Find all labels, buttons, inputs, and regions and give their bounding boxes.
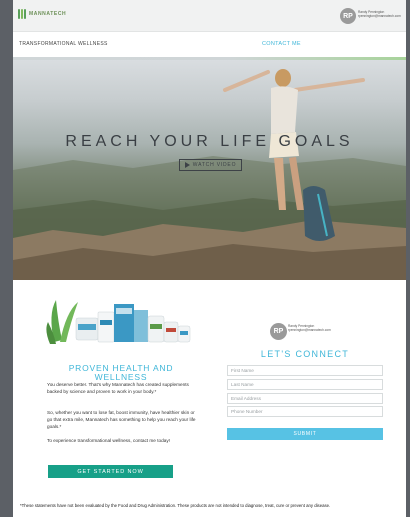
user-email: rpennington@mannatech.com — [358, 14, 401, 18]
avatar: RP — [270, 323, 287, 340]
form-avatar-wrap: RP — [270, 323, 287, 340]
last-name-field[interactable] — [227, 379, 383, 390]
first-name-field[interactable] — [227, 365, 383, 376]
fda-disclaimer: *These statements have not been evaluate… — [20, 503, 331, 508]
left-section-title: PROVEN HEALTH AND WELLNESS — [68, 363, 174, 382]
top-bar: MANNATECH RP Randy Pennington rpenningto… — [13, 0, 406, 32]
nav-bar: TRANSFORMATIONAL WELLNESS CONTACT ME — [13, 32, 406, 57]
mannatech-logo[interactable]: MANNATECH — [18, 9, 66, 19]
landing-page: MANNATECH RP Randy Pennington rpenningto… — [13, 0, 406, 517]
contact-paragraph: To experience transformational wellness,… — [47, 438, 170, 443]
play-icon — [184, 162, 190, 168]
get-started-button[interactable]: GET STARTED NOW — [48, 465, 173, 478]
form-user-info: Randy Pennington rpennington@mannatech.c… — [288, 324, 331, 332]
user-info: Randy Pennington rpennington@mannatech.c… — [358, 10, 401, 18]
submit-button[interactable]: SUBMIT — [227, 428, 383, 440]
nav-brand[interactable]: TRANSFORMATIONAL WELLNESS — [19, 41, 108, 47]
contact-me-link[interactable]: CONTACT ME — [262, 41, 301, 47]
logo-icon — [18, 9, 26, 19]
hero-banner: REACH YOUR LIFE GOALS WATCH VIDEO — [13, 60, 406, 280]
benefits-paragraph: So, whether you want to lose fat, boost … — [47, 410, 196, 429]
watch-video-label: WATCH VIDEO — [192, 162, 237, 168]
form-user-email: rpennington@mannatech.com — [288, 328, 331, 332]
logo-text: MANNATECH — [29, 11, 67, 17]
phone-field[interactable] — [227, 406, 383, 417]
hero-title: REACH YOUR LIFE GOALS — [65, 133, 354, 150]
avatar: RP — [340, 8, 356, 24]
email-field[interactable] — [227, 393, 383, 404]
products-image — [46, 300, 191, 344]
watch-video-button[interactable]: WATCH VIDEO — [179, 159, 242, 171]
connect-title: LET'S CONNECT — [260, 349, 350, 359]
intro-paragraph: You deserve better. That's why Mannatech… — [47, 382, 189, 394]
